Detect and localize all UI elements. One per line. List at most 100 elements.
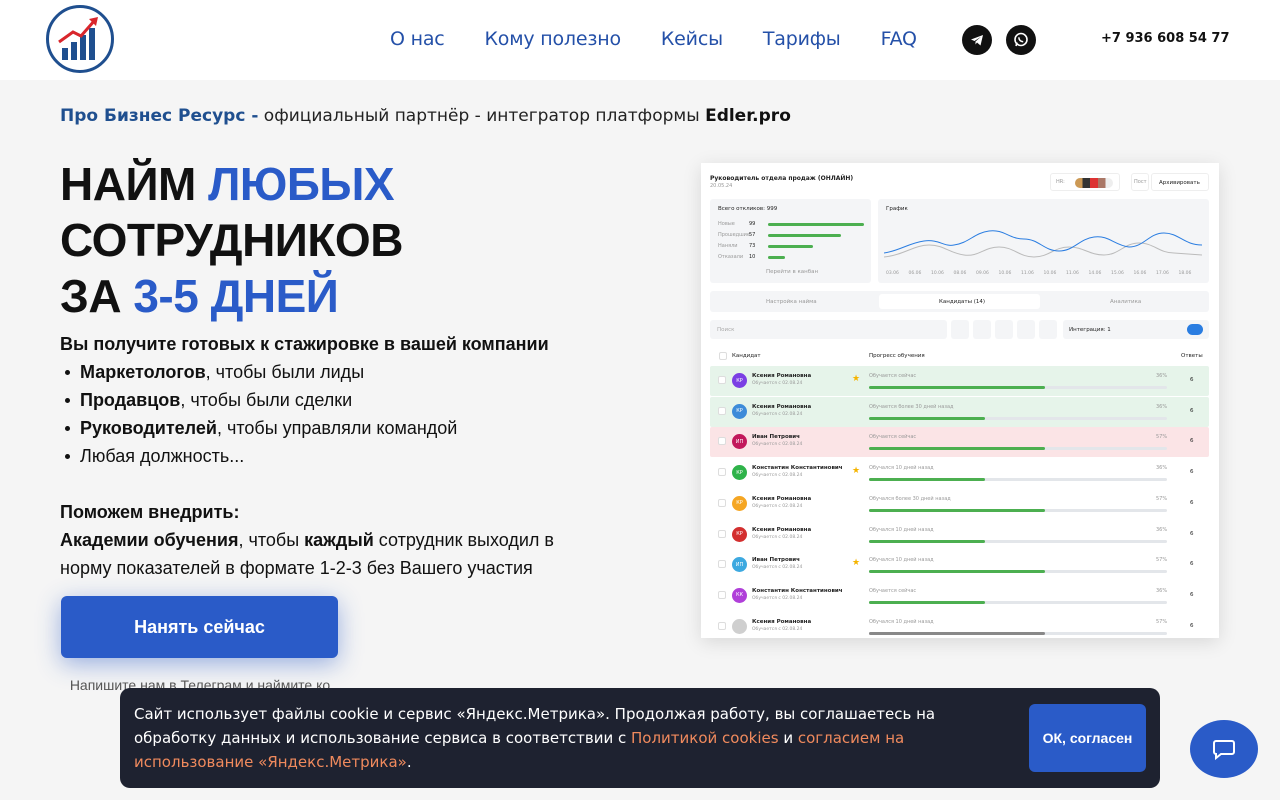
candidate-search-input[interactable]: Поиск [710,320,947,339]
chart-date-label: 14.06 [1088,271,1102,276]
nav-faq[interactable]: FAQ [881,28,917,50]
table-row[interactable]: КР Ксения Романовна Обучается с 02.08.24… [710,519,1209,550]
cookie-policy-link[interactable]: Политикой cookies [631,729,779,747]
tab-analytics[interactable]: Аналитика [1110,299,1141,305]
chart-date-label: 09.06 [976,271,989,276]
progress-fill [869,416,985,420]
nav-about[interactable]: О нас [390,28,445,50]
hero-line2: СОТРУДНИКОВ [60,214,403,266]
cookie-banner: Сайт использует файлы cookie и сервис «Я… [120,688,1160,788]
row-checkbox[interactable] [718,376,726,384]
answers-count: 6 [1190,561,1194,568]
answers-count: 6 [1190,469,1194,476]
filter-button[interactable] [951,320,969,339]
funnel-label: Отказали [718,254,744,260]
integration-toggle[interactable] [1187,324,1203,335]
whatsapp-icon[interactable] [1006,25,1036,55]
chart-date-label: 17.06 [1156,271,1169,276]
row-checkbox[interactable] [718,590,726,599]
row-checkbox[interactable] [718,406,726,415]
row-checkbox[interactable] [718,468,726,477]
candidate-name[interactable]: Иван Петрович [752,557,800,563]
candidate-name[interactable]: Ксения Романовна [752,619,811,625]
training-status: Обучался 10 дней назад [869,557,934,564]
candidate-name[interactable]: Константин Константинович [752,588,843,594]
progress-percent: 36% [1156,526,1168,533]
star-icon[interactable]: ★ [852,558,860,568]
progress-track [869,539,1167,543]
candidate-name[interactable]: Ксения Романовна [752,527,811,533]
row-checkbox[interactable] [718,437,726,446]
row-checkbox[interactable] [718,498,726,507]
telegram-icon[interactable] [962,25,992,55]
logo[interactable] [46,5,114,73]
chart-date-label: 06.06 [908,271,922,276]
star-icon[interactable]: ★ [852,374,860,384]
table-row[interactable]: КК Константин Константинович Обучается с… [710,580,1209,611]
avatar: КР [732,373,747,388]
candidate-since: Обучается с 02.08.24 [752,565,803,571]
progress-track [869,447,1167,451]
chart-panel: График 03.06 06.06 10.06 08.06 09.06 10.06 11.… [878,199,1209,283]
table-row[interactable]: ИП Иван Петрович Обучается с 02.08.24 ★ … [710,550,1209,581]
table-row[interactable]: Ксения Романовна Обучается с 02.08.24 Об… [710,611,1209,638]
candidate-name[interactable]: Ксения Романовна [752,373,811,379]
partner-brand: Про Бизнес Ресурс - [60,106,259,126]
dashboard-tabs: Настройка найма Кандидаты (14) Аналитика [710,291,1209,312]
main-nav: О нас Кому полезно Кейсы Тарифы FAQ [390,28,917,50]
tab-candidates[interactable]: Кандидаты (14) [939,299,985,305]
funnel-value: 99 [749,221,756,227]
progress-track [869,416,1167,420]
select-all-checkbox[interactable] [719,352,727,360]
table-row[interactable]: КР Ксения Романовна Обучается с 02.08.24… [710,488,1209,519]
archive-button[interactable]: Архивировать [1151,173,1209,191]
funnel-value: 10 [749,254,756,260]
chart-date-label: 11.06 [1021,271,1034,276]
nav-audience[interactable]: Кому полезно [485,28,622,50]
table-row[interactable]: ИП Иван Петрович Обучается с 02.08.24 Об… [710,427,1209,458]
cookie-accept-button[interactable]: ОК, согласен [1029,704,1146,772]
logo-chart-icon [58,17,98,60]
progress-percent: 57% [1156,557,1168,564]
avatar: КР [732,403,747,419]
filter-button[interactable] [1039,320,1057,339]
benefits-lead: Вы получите готовых к стажировке в вашей… [60,334,549,354]
table-row[interactable]: КР Ксения Романовна Обучается с 02.08.24… [710,366,1209,396]
progress-track [869,631,1167,635]
chart-date-label: 18.06 [1178,271,1192,276]
chart-date-label: 10.06 [998,271,1012,276]
hr-avatars: HR: [1050,173,1120,191]
funnel-label: Прошедшие [718,232,751,238]
progress-percent: 36% [1156,373,1168,379]
benefit-item: Любая должность... [60,442,620,470]
candidate-name[interactable]: Ксения Романовна [752,404,811,410]
candidate-name[interactable]: Иван Петрович [752,434,800,440]
integration-select[interactable]: Интеграция: 1 [1063,320,1209,339]
star-icon[interactable]: ★ [852,466,860,476]
row-checkbox[interactable] [718,621,726,630]
tab-hiring-settings[interactable]: Настройка найма [766,299,817,305]
filter-button[interactable] [995,320,1013,339]
progress-track [869,478,1167,482]
candidate-name[interactable]: Константин Константинович [752,465,843,471]
row-checkbox[interactable] [718,560,726,569]
kanban-link[interactable]: Перейти в канбан [766,269,818,275]
answers-count: 6 [1190,407,1194,414]
table-row[interactable]: КР Константин Константинович Обучается с… [710,458,1209,489]
benefits: Вы получите готовых к стажировке в вашей… [60,330,620,470]
phone-number[interactable]: +7 936 608 54 77 [1101,31,1230,46]
candidate-since: Обучается с 02.08.24 [752,534,803,540]
chat-bubble-icon[interactable] [1190,720,1258,778]
training-status: Обучается сейчас [869,434,917,441]
table-row[interactable]: КР Ксения Романовна Обучается с 02.08.24… [710,396,1209,427]
candidate-name[interactable]: Ксения Романовна [752,496,811,502]
filter-button[interactable] [973,320,991,339]
nav-pricing[interactable]: Тарифы [763,28,841,50]
row-checkbox[interactable] [718,529,726,538]
filter-button[interactable] [1017,320,1035,339]
hire-now-button[interactable]: Нанять сейчас [61,596,338,658]
partner-text: официальный партнёр - интегратор платфор… [258,106,706,126]
funnel-label: Наняли [718,243,738,249]
answers-count: 6 [1190,377,1194,383]
nav-cases[interactable]: Кейсы [661,28,723,50]
